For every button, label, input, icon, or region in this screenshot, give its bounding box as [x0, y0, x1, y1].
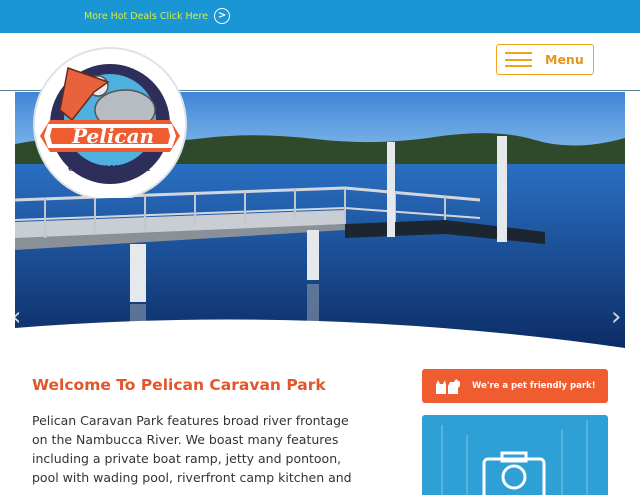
chevron-right-circle-icon: >: [214, 8, 231, 24]
site-logo[interactable]: Pelican Caravan Park: [30, 46, 190, 201]
hamburger-icon: [505, 52, 532, 67]
camera-icon: [482, 451, 546, 495]
chevron-left-icon[interactable]: ‹: [15, 302, 21, 332]
intro-paragraph: Pelican Caravan Park features broad rive…: [32, 413, 352, 485]
logo-name: Pelican: [72, 124, 155, 148]
logo-subtitle: Caravan Park: [68, 164, 151, 174]
pet-friendly-label: We're a pet friendly park!: [472, 381, 596, 391]
top-bar: More Hot Deals Click Here >: [0, 0, 640, 33]
menu-button[interactable]: Menu: [496, 44, 594, 75]
menu-label: Menu: [545, 52, 584, 67]
hot-deals-label: More Hot Deals Click Here: [84, 10, 209, 22]
pet-friendly-banner[interactable]: We're a pet friendly park!: [422, 369, 608, 403]
page-title: Welcome To Pelican Caravan Park: [32, 376, 326, 394]
chevron-right-icon[interactable]: ›: [611, 302, 621, 332]
hot-deals-link[interactable]: More Hot Deals Click Here >: [84, 8, 231, 24]
cat-dog-icon: [436, 379, 460, 394]
photo-gallery-card[interactable]: [422, 415, 608, 495]
